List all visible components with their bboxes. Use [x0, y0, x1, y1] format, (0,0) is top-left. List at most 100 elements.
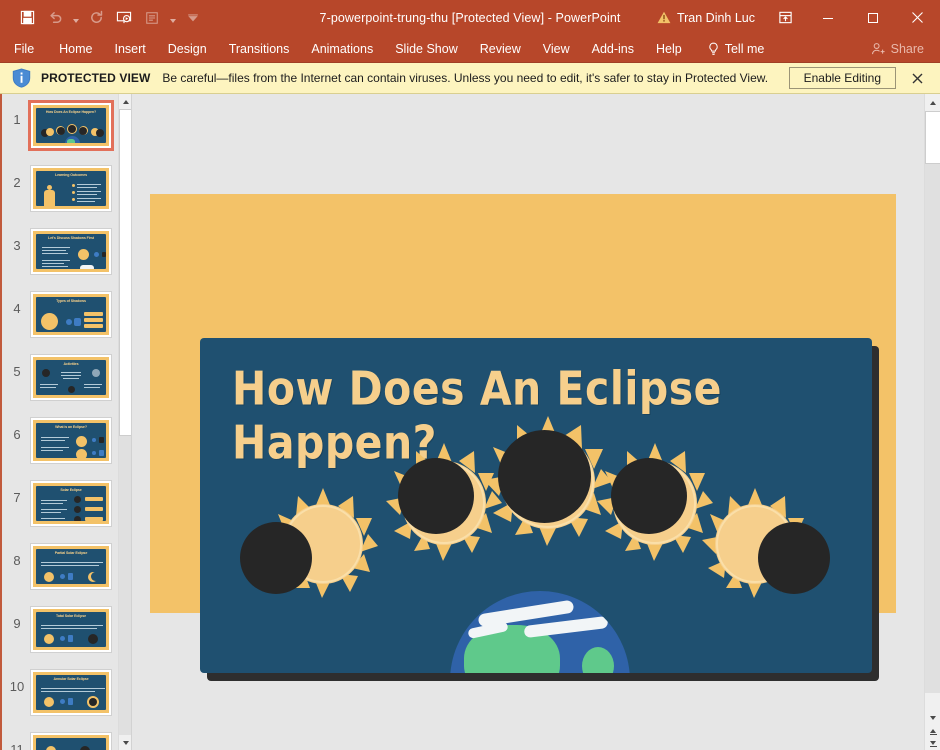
share-label: Share	[891, 42, 924, 56]
ribbon-tab-home[interactable]: Home	[48, 35, 103, 63]
thumbnail-scrollbar-thumb[interactable]	[119, 109, 132, 436]
slide-number-5: 5	[4, 354, 30, 379]
ribbon-tab-add-ins[interactable]: Add-ins	[581, 35, 645, 63]
slide-thumbnail-5[interactable]: 5 Activities	[0, 354, 131, 417]
moon-disc	[240, 522, 312, 594]
slide-thumbnail-frame-5[interactable]: Activities	[30, 354, 112, 401]
account-indicator[interactable]: Tran Dinh Luc	[647, 11, 765, 25]
double-chevron-down-icon	[930, 741, 936, 745]
close-protected-view-bar-button[interactable]	[904, 65, 930, 91]
customize-quick-access-icon[interactable]	[180, 5, 206, 31]
slide-thumbnail-title-2: Learning Outcomes	[36, 171, 106, 178]
slide-thumbnail-title-6: What is an Eclipse?	[36, 423, 106, 430]
ribbon-tab-slide-show[interactable]: Slide Show	[384, 35, 469, 63]
tell-me-search[interactable]: Tell me	[697, 35, 775, 63]
ribbon-tab-bar: File Home Insert Design Transitions Anim…	[0, 35, 940, 63]
slide-thumbnail-4[interactable]: 4 Types of Shadows	[0, 291, 131, 354]
moon-disc	[611, 458, 687, 534]
lightbulb-icon	[707, 42, 720, 56]
enable-editing-button[interactable]: Enable Editing	[789, 67, 896, 89]
ribbon-tab-help[interactable]: Help	[645, 35, 693, 63]
slide-thumbnail-title-4: Types of Shadows	[36, 297, 106, 304]
ribbon-tab-design[interactable]: Design	[157, 35, 218, 63]
ribbon-tab-review[interactable]: Review	[469, 35, 532, 63]
slide-thumbnail-6[interactable]: 6 What is an Eclipse?	[0, 417, 131, 480]
share-button[interactable]: Share	[861, 35, 940, 63]
protected-view-bar: PROTECTED VIEW Be careful—files from the…	[0, 63, 940, 94]
ribbon-tab-insert[interactable]: Insert	[104, 35, 157, 63]
slide-number-11: 11	[4, 732, 30, 750]
slide-scroll-up-button[interactable]	[925, 94, 940, 111]
slide-scrollbar-thumb[interactable]	[925, 111, 940, 164]
previous-slide-button[interactable]	[925, 726, 940, 738]
earth-land	[582, 647, 614, 673]
next-slide-button[interactable]	[925, 738, 940, 750]
slide-thumbnail-2[interactable]: 2 Learning Outcomes	[0, 165, 131, 228]
minimize-button[interactable]	[805, 0, 850, 35]
start-presentation-icon[interactable]	[111, 5, 137, 31]
slide-scroll-down-button[interactable]	[925, 709, 940, 726]
ribbon-tab-animations[interactable]: Animations	[300, 35, 384, 63]
protected-view-badge: PROTECTED VIEW	[41, 71, 150, 85]
slide-thumbnail-frame-3[interactable]: Let's Discuss Shadows First	[30, 228, 112, 275]
close-button[interactable]	[895, 0, 940, 35]
slide-thumbnail-11[interactable]: 11	[0, 732, 131, 750]
slide-number-8: 8	[4, 543, 30, 568]
save-icon[interactable]	[14, 5, 40, 31]
slide-thumbnail-7[interactable]: 7 Solar Eclipse	[0, 480, 131, 543]
thumbnail-pane-scrollbar[interactable]	[118, 94, 131, 750]
quick-access-toolbar	[0, 5, 206, 31]
maximize-button[interactable]	[850, 0, 895, 35]
slide-scrollbar-track[interactable]	[925, 164, 940, 693]
slide-number-3: 3	[4, 228, 30, 253]
slide-number-7: 7	[4, 480, 30, 505]
slide-canvas-area[interactable]: How Does An Eclipse Happen?	[132, 94, 924, 750]
undo-dropdown-icon[interactable]	[70, 5, 81, 31]
ribbon-tab-file[interactable]: File	[0, 35, 48, 63]
slide-thumbnail-list: 1 How Does An Eclipse Happen?	[0, 94, 131, 750]
slide-thumbnail-frame-4[interactable]: Types of Shadows	[30, 291, 112, 338]
slide-thumbnail-frame-1[interactable]: How Does An Eclipse Happen?	[30, 102, 112, 149]
double-chevron-up-icon	[930, 729, 936, 733]
chevron-down-icon	[930, 716, 936, 720]
tell-me-label: Tell me	[725, 42, 765, 56]
ribbon-tab-transitions[interactable]: Transitions	[218, 35, 301, 63]
slide-thumbnail-1[interactable]: 1 How Does An Eclipse Happen?	[0, 102, 131, 165]
chevron-up-icon	[930, 101, 936, 105]
slide-thumbnail-10[interactable]: 10 Annular Solar Eclipse	[0, 669, 131, 732]
thumbnail-scroll-down-button[interactable]	[119, 735, 132, 750]
slide-thumbnail-frame-10[interactable]: Annular Solar Eclipse	[30, 669, 112, 716]
slide-pane-scrollbar[interactable]	[924, 94, 940, 750]
redo-icon[interactable]	[83, 5, 109, 31]
current-slide[interactable]: How Does An Eclipse Happen?	[150, 194, 896, 613]
chevron-down-icon	[123, 741, 129, 745]
slide-thumbnail-title-5: Activities	[36, 360, 106, 367]
touch-mode-dropdown-icon[interactable]	[167, 5, 178, 31]
undo-icon[interactable]	[42, 5, 68, 31]
touch-mode-icon[interactable]	[139, 5, 165, 31]
slide-thumbnail-frame-6[interactable]: What is an Eclipse?	[30, 417, 112, 464]
share-person-icon	[871, 42, 886, 56]
slide-thumbnail-title-3: Let's Discuss Shadows First	[36, 234, 106, 241]
thumbnail-scrollbar-track[interactable]	[119, 436, 132, 735]
slide-thumbnail-9[interactable]: 9 Total Solar Eclipse	[0, 606, 131, 669]
slide-thumbnail-3[interactable]: 3 Let's Discuss Shadows First	[0, 228, 131, 291]
slide-thumbnail-frame-9[interactable]: Total Solar Eclipse	[30, 606, 112, 653]
slide-number-1: 1	[4, 102, 30, 127]
thumbnail-scroll-up-button[interactable]	[119, 94, 132, 109]
slide-thumbnail-8[interactable]: 8 Partial Solar Eclipse	[0, 543, 131, 606]
slide-thumbnail-frame-7[interactable]: Solar Eclipse	[30, 480, 112, 527]
workspace: 1 How Does An Eclipse Happen?	[0, 94, 940, 750]
ribbon-tab-view[interactable]: View	[532, 35, 581, 63]
moon-disc	[398, 458, 474, 534]
warning-triangle-icon	[657, 11, 671, 24]
slide-content-panel: How Does An Eclipse Happen?	[200, 338, 872, 673]
slide-thumbnail-title-7: Solar Eclipse	[36, 486, 106, 493]
slide-thumbnail-frame-2[interactable]: Learning Outcomes	[30, 165, 112, 212]
earth-illustration	[450, 591, 630, 673]
chevron-up-icon	[123, 100, 129, 104]
slide-thumbnail-frame-11[interactable]	[30, 732, 112, 750]
slide-thumbnail-frame-8[interactable]: Partial Solar Eclipse	[30, 543, 112, 590]
slide-thumbnail-pane: 1 How Does An Eclipse Happen?	[0, 94, 132, 750]
ribbon-display-options-icon[interactable]	[765, 0, 805, 35]
